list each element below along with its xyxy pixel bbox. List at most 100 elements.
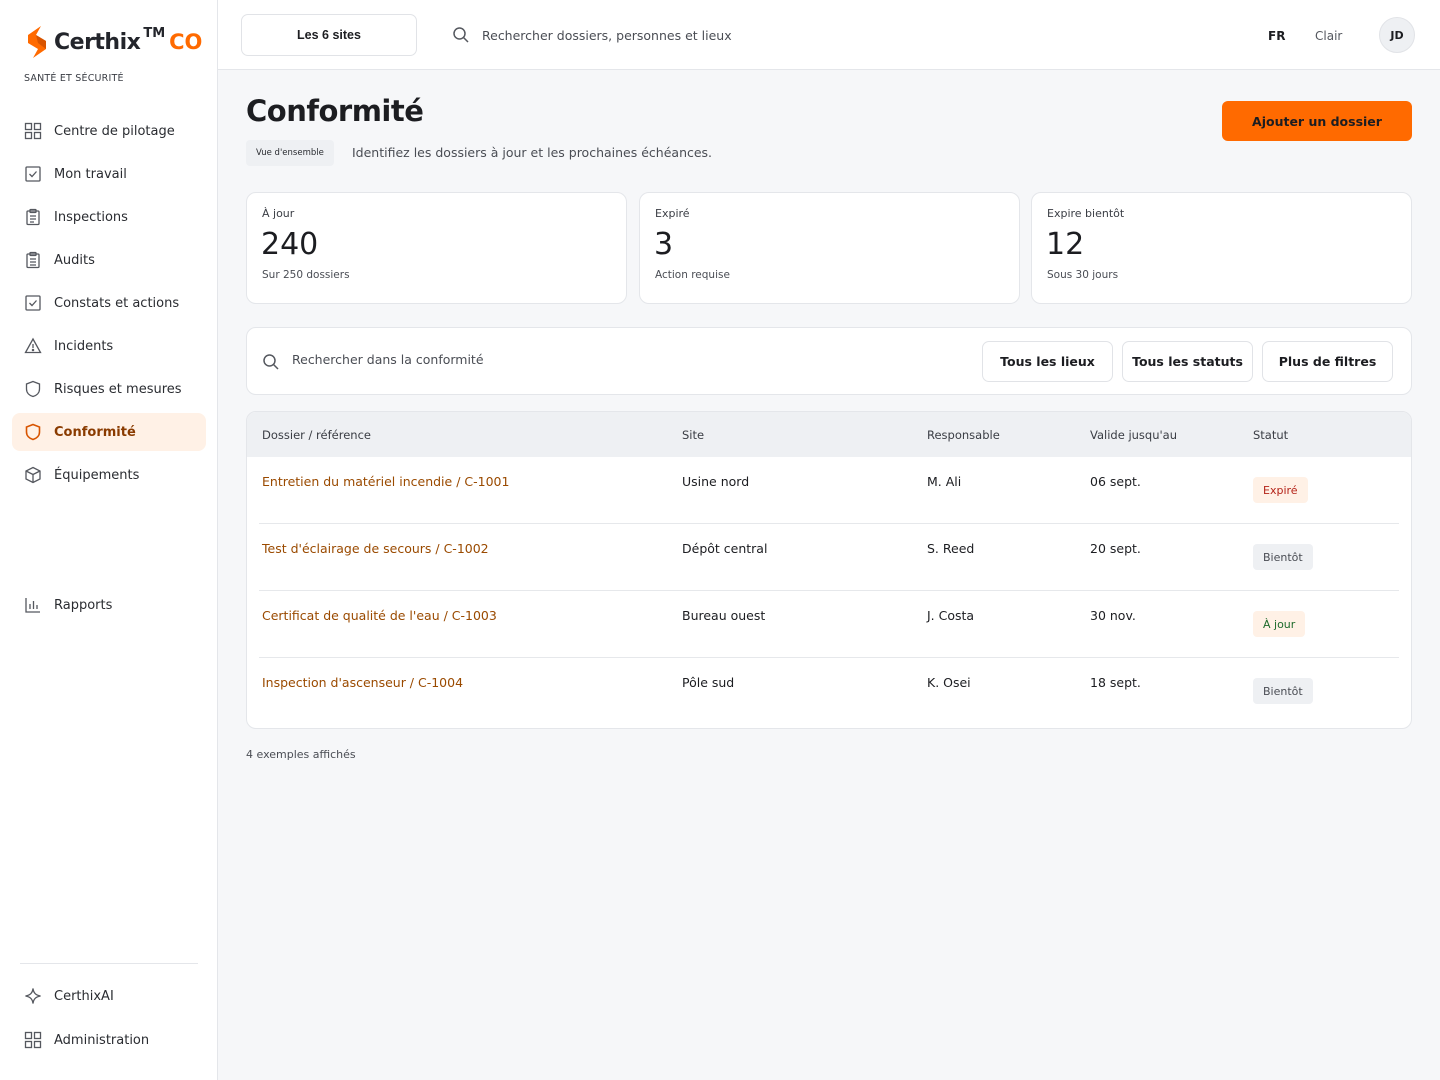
filter-locations-button[interactable]: Tous les lieux: [982, 341, 1113, 382]
page-subtitle: Identifiez les dossiers à jour et les pr…: [352, 145, 713, 160]
site-cell: Bureau ouest: [682, 608, 766, 623]
sidebar-item-label: Inspections: [54, 209, 128, 225]
sidebar-item-constats-et-actions[interactable]: Constats et actions: [12, 284, 206, 322]
stat-card-a-jour: À jour 240 Sur 250 dossiers: [246, 192, 627, 304]
language-switch[interactable]: FR: [1268, 29, 1285, 43]
sidebar-item-centre-de-pilotage[interactable]: Centre de pilotage: [12, 112, 206, 150]
table-header: Dossier / référence Site Responsable Val…: [247, 412, 1411, 457]
stat-label: Expiré: [655, 207, 690, 220]
sidebar-item-inspections[interactable]: Inspections: [12, 198, 206, 236]
stat-value: 12: [1046, 227, 1085, 262]
sidebar-item-mon-travail[interactable]: Mon travail: [12, 155, 206, 193]
sidebar-item-conformite[interactable]: Conformité: [12, 413, 206, 451]
table-row[interactable]: Inspection d'ascenseur / C-1004 Pôle sud…: [247, 658, 1411, 725]
sidebar-bottom-nav: CerthixAI Administration: [12, 977, 206, 1065]
owner-cell: S. Reed: [927, 541, 975, 556]
column-header-responsable[interactable]: Responsable: [927, 428, 1000, 442]
site-cell: Pôle sud: [682, 675, 735, 690]
brand-suffix: CO: [169, 30, 203, 54]
stat-label: Expire bientôt: [1047, 207, 1125, 220]
stat-value: 240: [261, 227, 319, 262]
overview-badge: Vue d'ensemble: [246, 140, 334, 166]
site-selector-button[interactable]: Les 6 sites: [241, 14, 417, 56]
filter-statuses-button[interactable]: Tous les statuts: [1122, 341, 1253, 382]
sidebar-item-equipements[interactable]: Équipements: [12, 456, 206, 494]
stat-value: 3: [654, 227, 674, 262]
sidebar-item-label: Équipements: [54, 467, 140, 483]
sidebar-item-label: Rapports: [54, 597, 113, 613]
status-badge: Bientôt: [1253, 544, 1313, 570]
owner-cell: K. Osei: [927, 675, 971, 690]
sidebar-reports-section: Rapports: [12, 586, 206, 629]
brand-name: Certhix: [54, 29, 141, 55]
add-dossier-button[interactable]: Ajouter un dossier: [1222, 101, 1412, 141]
sidebar-item-certhixai[interactable]: CerthixAI: [12, 977, 206, 1015]
stat-label: À jour: [262, 207, 295, 220]
stat-card-expire: Expiré 3 Action requise: [639, 192, 1020, 304]
cube-icon: [24, 466, 42, 484]
warning-triangle-icon: [24, 337, 42, 355]
topbar: Les 6 sites FR Clair JD: [218, 0, 1440, 70]
theme-toggle[interactable]: Clair: [1315, 29, 1342, 43]
dossier-link[interactable]: Certificat de qualité de l'eau / C-1003: [262, 608, 497, 623]
sidebar-divider: [20, 963, 198, 964]
column-header-valid-until[interactable]: Valide jusqu'au: [1090, 428, 1177, 442]
status-badge: Bientôt: [1253, 678, 1313, 704]
bar-chart-icon: [24, 596, 42, 614]
sidebar-item-label: Mon travail: [54, 166, 127, 182]
site-cell: Dépôt central: [682, 541, 768, 556]
checkbox-icon: [24, 294, 42, 312]
sidebar-item-label: Centre de pilotage: [54, 123, 175, 139]
sparkle-icon: [24, 987, 42, 1005]
filter-bar: Tous les lieux Tous les statuts Plus de …: [246, 327, 1412, 395]
user-avatar[interactable]: JD: [1379, 17, 1415, 53]
status-badge: Expiré: [1253, 477, 1308, 503]
brand-trademark: TM: [143, 25, 166, 41]
dossier-link[interactable]: Entretien du matériel incendie / C-1001: [262, 474, 509, 489]
dossier-link[interactable]: Test d'éclairage de secours / C-1002: [262, 541, 489, 556]
global-search: [452, 26, 862, 44]
sidebar-item-label: Risques et mesures: [54, 381, 182, 397]
sidebar-item-risques-et-mesures[interactable]: Risques et mesures: [12, 370, 206, 408]
owner-cell: J. Costa: [927, 608, 975, 623]
dossier-link[interactable]: Inspection d'ascenseur / C-1004: [262, 675, 463, 690]
valid-until-cell: 06 sept.: [1090, 474, 1141, 489]
shield-icon: [24, 380, 42, 398]
sidebar-item-label: Incidents: [54, 338, 114, 354]
sidebar-item-audits[interactable]: Audits: [12, 241, 206, 279]
site-cell: Usine nord: [682, 474, 750, 489]
compliance-table: Dossier / référence Site Responsable Val…: [246, 411, 1412, 729]
column-header-dossier[interactable]: Dossier / référence: [262, 428, 371, 442]
table-row[interactable]: Test d'éclairage de secours / C-1002 Dép…: [247, 524, 1411, 591]
certhix-logo-icon: [28, 26, 46, 58]
table-row[interactable]: Certificat de qualité de l'eau / C-1003 …: [247, 591, 1411, 658]
stat-card-expire-bientot: Expire bientôt 12 Sous 30 jours: [1031, 192, 1412, 304]
status-badge: À jour: [1253, 611, 1306, 637]
more-filters-button[interactable]: Plus de filtres: [1262, 341, 1393, 382]
search-icon: [453, 27, 469, 43]
column-header-statut[interactable]: Statut: [1253, 428, 1288, 442]
table-row[interactable]: Entretien du matériel incendie / C-1001 …: [247, 457, 1411, 524]
sidebar-item-administration[interactable]: Administration: [12, 1021, 206, 1059]
brand-tagline: SANTÉ ET SÉCURITÉ: [24, 73, 124, 84]
stat-note: Action requise: [655, 269, 730, 281]
compliance-search-input[interactable]: [292, 352, 692, 367]
dashboard-grid-icon: [24, 1031, 42, 1049]
sidebar-item-label: Administration: [54, 1032, 150, 1048]
valid-until-cell: 18 sept.: [1090, 675, 1141, 690]
clipboard-list-icon: [24, 251, 42, 269]
page-title: Conformité: [246, 94, 424, 128]
brand-logo[interactable]: Certhix TM CO: [24, 24, 202, 60]
dashboard-grid-icon: [24, 122, 42, 140]
clipboard-icon: [24, 208, 42, 226]
sidebar-item-label: Constats et actions: [54, 295, 180, 311]
search-icon: [263, 354, 279, 370]
valid-until-cell: 30 nov.: [1090, 608, 1136, 623]
sidebar-item-rapports[interactable]: Rapports: [12, 586, 206, 624]
sidebar-item-incidents[interactable]: Incidents: [12, 327, 206, 365]
checkbox-icon: [24, 165, 42, 183]
global-search-input[interactable]: [482, 27, 862, 43]
column-header-site[interactable]: Site: [682, 428, 704, 442]
shield-icon: [24, 423, 42, 441]
owner-cell: M. Ali: [927, 474, 962, 489]
